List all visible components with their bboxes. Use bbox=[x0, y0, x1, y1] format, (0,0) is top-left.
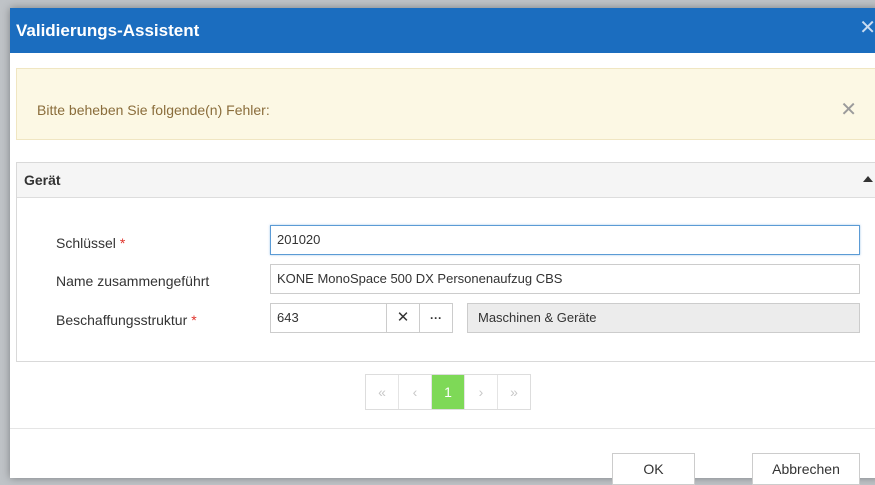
error-alert: Bitte beheben Sie folgende(n) Fehler: ✕ bbox=[16, 68, 875, 140]
validation-dialog: Validierungs-Assistent ✕ Bitte beheben S… bbox=[10, 8, 875, 485]
cancel-button[interactable]: Abbrechen bbox=[752, 453, 860, 485]
footer-divider bbox=[10, 428, 875, 429]
pagination: « ‹ 1 › » bbox=[365, 374, 531, 410]
alert-message: Bitte beheben Sie folgende(n) Fehler: bbox=[37, 102, 270, 118]
caret-up-icon[interactable] bbox=[863, 176, 873, 182]
procurement-label-text: Beschaffungsstruktur bbox=[56, 312, 188, 328]
dialog-titlebar: Validierungs-Assistent ✕ bbox=[10, 8, 875, 53]
name-input[interactable]: KONE MonoSpace 500 DX Personenaufzug CBS bbox=[270, 264, 860, 294]
key-input[interactable]: 201020 bbox=[270, 225, 860, 255]
more-options-icon[interactable]: ··· bbox=[419, 303, 453, 333]
panel-title: Gerät bbox=[24, 172, 61, 188]
dialog-title: Validierungs-Assistent bbox=[16, 21, 200, 40]
panel-header[interactable]: Gerät bbox=[17, 163, 875, 198]
name-label: Name zusammengeführt bbox=[56, 273, 210, 289]
procurement-description: Maschinen & Geräte bbox=[467, 303, 860, 333]
clear-icon[interactable]: ✕ bbox=[386, 303, 420, 333]
ok-button[interactable]: OK bbox=[612, 453, 695, 485]
alert-close-icon[interactable]: ✕ bbox=[840, 97, 857, 122]
key-label-text: Schlüssel bbox=[56, 235, 116, 251]
procurement-input[interactable]: 643 bbox=[270, 303, 387, 333]
device-panel: Gerät Schlüssel * 201020 Name zusammengef… bbox=[16, 162, 875, 362]
last-page-icon[interactable]: » bbox=[498, 375, 530, 409]
key-label: Schlüssel * bbox=[56, 235, 125, 251]
required-asterisk: * bbox=[191, 312, 197, 328]
first-page-icon[interactable]: « bbox=[366, 375, 399, 409]
next-page-icon[interactable]: › bbox=[465, 375, 498, 409]
page-1-button[interactable]: 1 bbox=[432, 375, 465, 409]
prev-page-icon[interactable]: ‹ bbox=[399, 375, 432, 409]
dialog-close-icon[interactable]: ✕ bbox=[859, 18, 875, 38]
required-asterisk: * bbox=[119, 235, 126, 251]
procurement-label: Beschaffungsstruktur * bbox=[56, 312, 197, 328]
